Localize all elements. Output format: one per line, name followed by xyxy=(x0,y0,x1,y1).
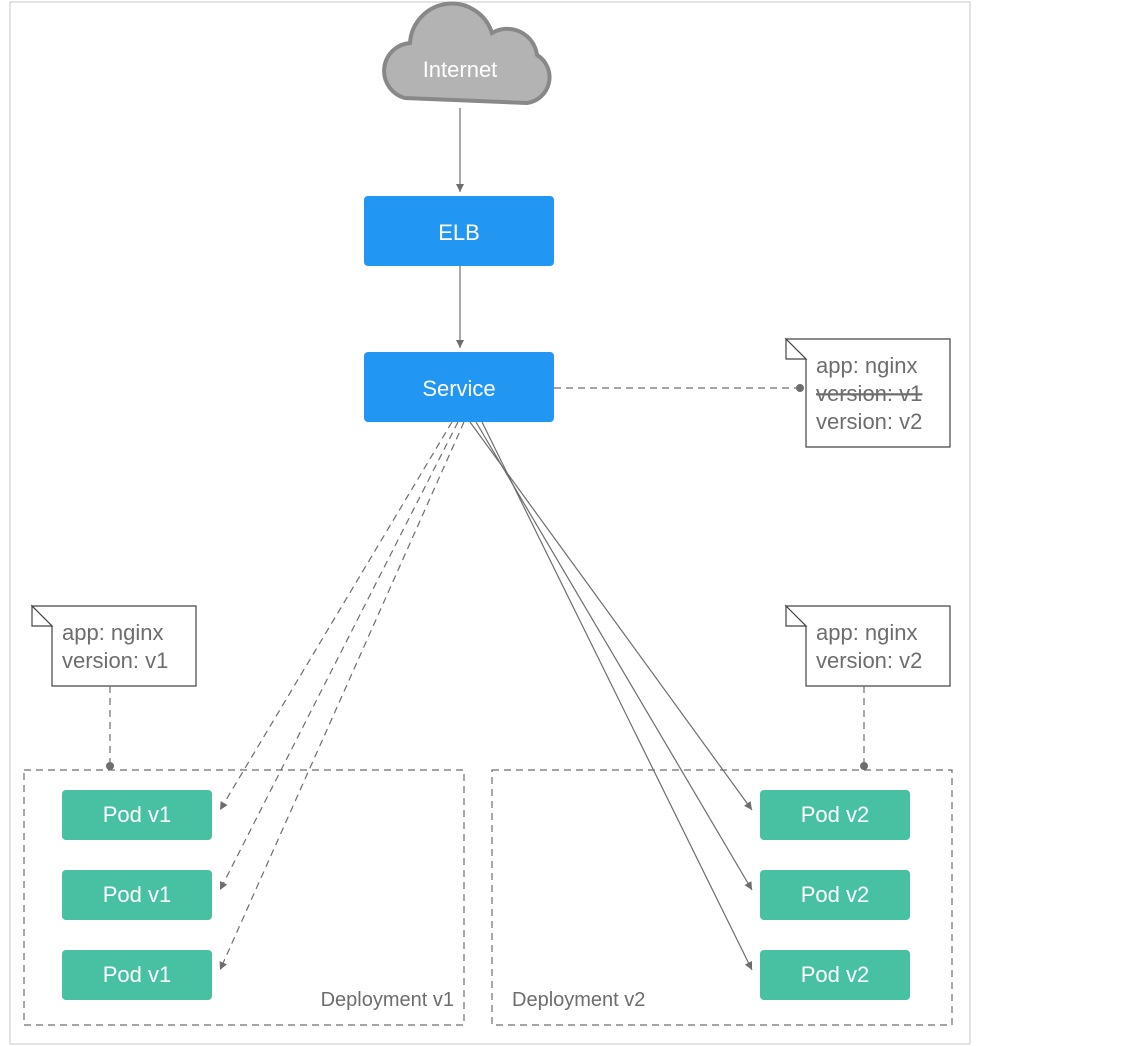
svg-text:Pod v1: Pod v1 xyxy=(103,882,172,907)
service-label: Service xyxy=(422,376,495,401)
deployment-v1-note: app: nginx version: v1 xyxy=(32,606,196,686)
service-note-line1: app: nginx xyxy=(816,353,918,378)
diagram-canvas: Internet ELB Service app: nginx version:… xyxy=(0,0,1128,1046)
pod-v2-0: Pod v2 xyxy=(760,790,910,840)
dot-dep-v1-note xyxy=(106,762,114,770)
svg-text:Pod v2: Pod v2 xyxy=(801,962,870,987)
pod-v1-1: Pod v1 xyxy=(62,870,212,920)
pod-v2-2: Pod v2 xyxy=(760,950,910,1000)
pod-v2-1: Pod v2 xyxy=(760,870,910,920)
elb-label: ELB xyxy=(438,220,480,245)
svg-text:Pod v2: Pod v2 xyxy=(801,802,870,827)
service-box: Service xyxy=(364,352,554,422)
deployment-v1-title: Deployment v1 xyxy=(321,989,454,1011)
dep-v1-note-line1: app: nginx xyxy=(62,620,164,645)
svg-text:Pod v1: Pod v1 xyxy=(103,962,172,987)
svg-text:Pod v1: Pod v1 xyxy=(103,802,172,827)
dep-v2-note-line2: version: v2 xyxy=(816,648,922,673)
svg-text:Pod v2: Pod v2 xyxy=(801,882,870,907)
pod-v1-0: Pod v1 xyxy=(62,790,212,840)
deployment-v2-note: app: nginx version: v2 xyxy=(786,606,950,686)
service-note: app: nginx version: v1 version: v2 xyxy=(786,339,950,447)
pod-v1-2: Pod v1 xyxy=(62,950,212,1000)
dot-service-note xyxy=(796,384,804,392)
dep-v1-note-line2: version: v1 xyxy=(62,648,168,673)
service-note-line3: version: v2 xyxy=(816,409,922,434)
dep-v2-note-line1: app: nginx xyxy=(816,620,918,645)
internet-label: Internet xyxy=(423,57,498,82)
dot-dep-v2-note xyxy=(860,762,868,770)
service-note-line2: version: v1 xyxy=(816,381,922,406)
deployment-v2-title: Deployment v2 xyxy=(512,989,645,1011)
elb-box: ELB xyxy=(364,196,554,266)
